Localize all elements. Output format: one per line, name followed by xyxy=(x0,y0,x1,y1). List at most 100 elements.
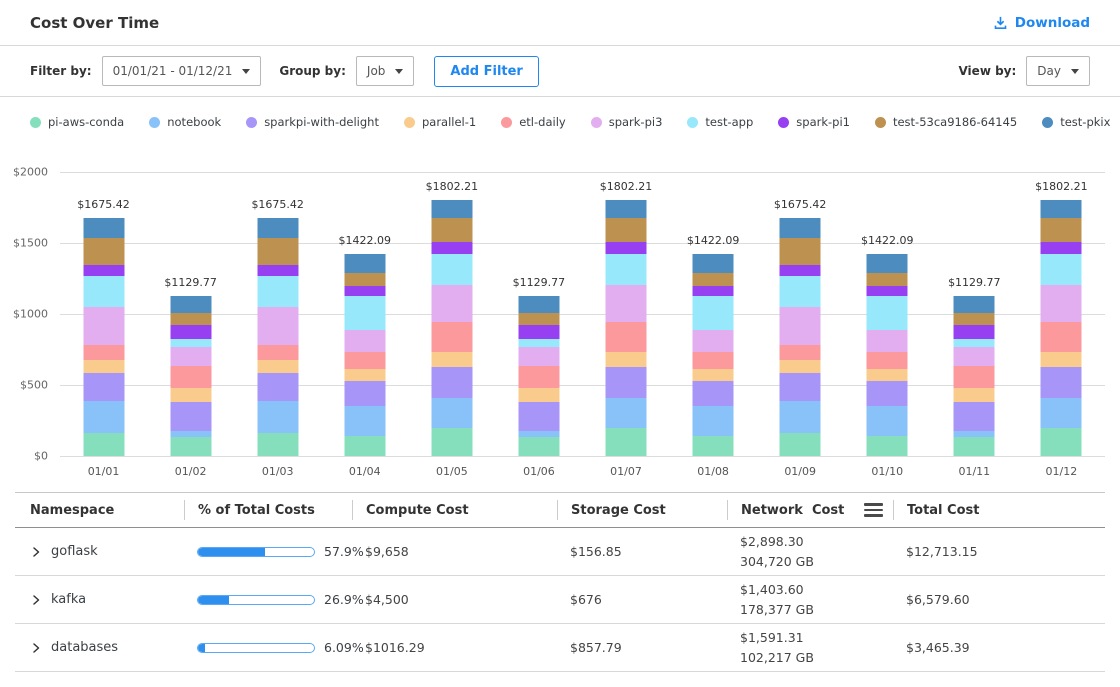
legend-item-etl-daily[interactable]: etl-daily xyxy=(501,115,565,129)
bar-segment-sparkpi-with-delight[interactable] xyxy=(954,402,995,430)
stacked-bar-01/10[interactable] xyxy=(867,254,908,456)
add-filter-button[interactable]: Add Filter xyxy=(434,56,538,87)
bar-segment-pi-aws-conda[interactable] xyxy=(1041,428,1082,456)
bar-segment-spark-pi3[interactable] xyxy=(1041,285,1082,322)
bar-segment-test-53ca9186-64145[interactable] xyxy=(606,218,647,242)
bar-segment-spark-pi1[interactable] xyxy=(170,325,211,338)
bar-segment-test-pkix[interactable] xyxy=(170,296,211,314)
bar-segment-test-53ca9186-64145[interactable] xyxy=(867,273,908,287)
bar-segment-test-pkix[interactable] xyxy=(867,254,908,272)
bar-segment-test-app[interactable] xyxy=(170,339,211,347)
bar-segment-spark-pi1[interactable] xyxy=(518,325,559,338)
bar-segment-spark-pi3[interactable] xyxy=(518,347,559,365)
bar-segment-spark-pi1[interactable] xyxy=(257,265,298,276)
date-range-select[interactable]: 01/01/21 - 01/12/21 xyxy=(102,56,262,86)
bar-segment-test-pkix[interactable] xyxy=(606,200,647,218)
bar-segment-parallel-1[interactable] xyxy=(606,352,647,367)
bar-segment-test-pkix[interactable] xyxy=(693,254,734,272)
bar-segment-etl-daily[interactable] xyxy=(867,352,908,369)
bar-segment-parallel-1[interactable] xyxy=(344,369,385,381)
stacked-bar-01/08[interactable] xyxy=(693,254,734,456)
bar-segment-pi-aws-conda[interactable] xyxy=(518,437,559,456)
bar-segment-parallel-1[interactable] xyxy=(693,369,734,381)
bar-segment-test-53ca9186-64145[interactable] xyxy=(954,313,995,325)
bar-segment-spark-pi1[interactable] xyxy=(780,265,821,276)
bar-segment-test-app[interactable] xyxy=(431,254,472,285)
bar-segment-sparkpi-with-delight[interactable] xyxy=(780,373,821,401)
bar-segment-sparkpi-with-delight[interactable] xyxy=(867,381,908,406)
bar-segment-test-app[interactable] xyxy=(257,276,298,307)
bar-segment-sparkpi-with-delight[interactable] xyxy=(170,402,211,430)
bar-segment-sparkpi-with-delight[interactable] xyxy=(344,381,385,406)
bar-segment-notebook[interactable] xyxy=(431,398,472,428)
bar-segment-spark-pi1[interactable] xyxy=(693,286,734,295)
bar-segment-parallel-1[interactable] xyxy=(518,388,559,402)
bar-segment-test-app[interactable] xyxy=(693,296,734,330)
expand-row-chevron-icon[interactable] xyxy=(30,546,42,558)
bar-segment-spark-pi1[interactable] xyxy=(954,325,995,338)
bar-segment-test-app[interactable] xyxy=(780,276,821,307)
legend-item-test-53ca9186-64145[interactable]: test-53ca9186-64145 xyxy=(875,115,1017,129)
bar-segment-pi-aws-conda[interactable] xyxy=(780,433,821,456)
stacked-bar-01/05[interactable] xyxy=(431,200,472,456)
bar-segment-sparkpi-with-delight[interactable] xyxy=(606,367,647,399)
legend-item-spark-pi3[interactable]: spark-pi3 xyxy=(591,115,663,129)
legend-item-test-pkix[interactable]: test-pkix xyxy=(1042,115,1110,129)
stacked-bar-01/01[interactable] xyxy=(83,218,124,456)
group-by-select[interactable]: Job xyxy=(356,56,415,86)
bar-segment-parallel-1[interactable] xyxy=(170,388,211,402)
legend-item-parallel-1[interactable]: parallel-1 xyxy=(404,115,476,129)
bar-segment-pi-aws-conda[interactable] xyxy=(431,428,472,456)
bar-segment-test-53ca9186-64145[interactable] xyxy=(693,273,734,287)
bar-segment-spark-pi1[interactable] xyxy=(867,286,908,295)
table-row-kafka[interactable]: kafka26.9%$4,500$676$1,403.60178,377 GB$… xyxy=(15,576,1105,624)
legend-item-spark-pi1[interactable]: spark-pi1 xyxy=(778,115,850,129)
bar-segment-pi-aws-conda[interactable] xyxy=(83,433,124,456)
bar-segment-test-53ca9186-64145[interactable] xyxy=(257,238,298,265)
bar-segment-notebook[interactable] xyxy=(83,401,124,432)
bar-segment-spark-pi3[interactable] xyxy=(693,330,734,352)
bar-segment-etl-daily[interactable] xyxy=(83,345,124,360)
table-row-goflask[interactable]: goflask57.9%$9,658$156.85$2,898.30304,72… xyxy=(15,528,1105,576)
bar-segment-test-app[interactable] xyxy=(1041,254,1082,285)
bar-segment-test-pkix[interactable] xyxy=(1041,200,1082,218)
bar-segment-notebook[interactable] xyxy=(867,406,908,436)
bar-segment-parallel-1[interactable] xyxy=(1041,352,1082,367)
bar-segment-pi-aws-conda[interactable] xyxy=(693,436,734,456)
expand-row-chevron-icon[interactable] xyxy=(30,642,42,654)
bar-segment-spark-pi1[interactable] xyxy=(83,265,124,276)
legend-item-pi-aws-conda[interactable]: pi-aws-conda xyxy=(30,115,124,129)
column-menu-icon[interactable] xyxy=(864,501,883,519)
stacked-bar-01/02[interactable] xyxy=(170,296,211,456)
download-button[interactable]: Download xyxy=(993,15,1090,31)
bar-segment-parallel-1[interactable] xyxy=(431,352,472,367)
bar-segment-spark-pi3[interactable] xyxy=(954,347,995,365)
bar-segment-parallel-1[interactable] xyxy=(257,360,298,373)
stacked-bar-01/04[interactable] xyxy=(344,254,385,456)
bar-segment-test-app[interactable] xyxy=(344,296,385,330)
stacked-bar-01/09[interactable] xyxy=(780,218,821,456)
bar-segment-test-app[interactable] xyxy=(518,339,559,347)
bar-segment-spark-pi3[interactable] xyxy=(606,285,647,322)
stacked-bar-01/11[interactable] xyxy=(954,296,995,456)
bar-segment-sparkpi-with-delight[interactable] xyxy=(518,402,559,430)
bar-segment-parallel-1[interactable] xyxy=(954,388,995,402)
bar-segment-spark-pi3[interactable] xyxy=(83,307,124,345)
expand-row-chevron-icon[interactable] xyxy=(30,594,42,606)
bar-segment-notebook[interactable] xyxy=(693,406,734,436)
bar-segment-pi-aws-conda[interactable] xyxy=(606,428,647,456)
bar-segment-spark-pi3[interactable] xyxy=(867,330,908,352)
bar-segment-etl-daily[interactable] xyxy=(606,322,647,352)
bar-segment-test-app[interactable] xyxy=(867,296,908,330)
bar-segment-spark-pi3[interactable] xyxy=(170,347,211,365)
bar-segment-spark-pi3[interactable] xyxy=(780,307,821,345)
table-row-databases[interactable]: databases6.09%$1016.29$857.79$1,591.3110… xyxy=(15,624,1105,672)
bar-segment-test-53ca9186-64145[interactable] xyxy=(83,238,124,265)
bar-segment-test-pkix[interactable] xyxy=(257,218,298,238)
bar-segment-test-pkix[interactable] xyxy=(83,218,124,238)
bar-segment-sparkpi-with-delight[interactable] xyxy=(693,381,734,406)
bar-segment-etl-daily[interactable] xyxy=(431,322,472,352)
bar-segment-notebook[interactable] xyxy=(606,398,647,428)
bar-segment-sparkpi-with-delight[interactable] xyxy=(83,373,124,401)
bar-segment-etl-daily[interactable] xyxy=(1041,322,1082,352)
